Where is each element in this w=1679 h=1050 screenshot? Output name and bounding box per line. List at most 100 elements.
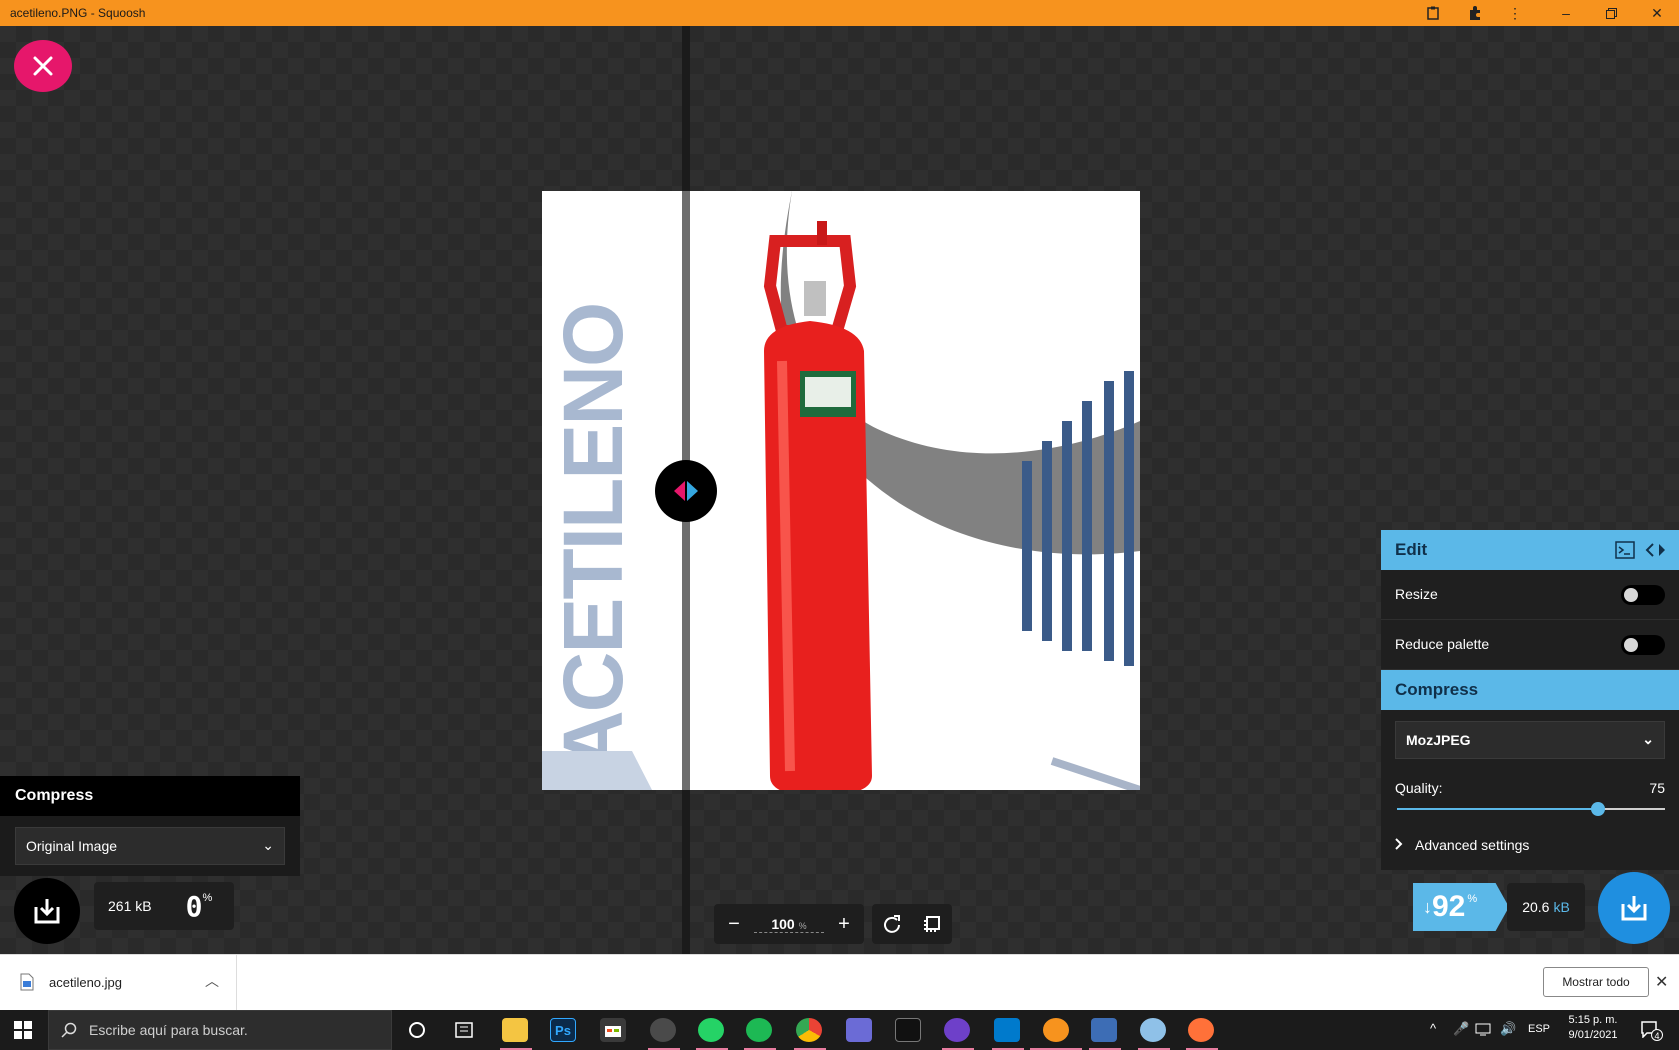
photoshop-icon[interactable]: Ps bbox=[550, 1018, 576, 1042]
quality-label: Quality: bbox=[1395, 780, 1443, 796]
windows-start-icon[interactable] bbox=[14, 1021, 32, 1044]
reduce-palette-row: Reduce palette bbox=[1381, 620, 1679, 670]
left-options-panel: Compress Original Image ⌄ bbox=[0, 776, 300, 876]
left-compress-heading: Compress bbox=[0, 776, 300, 816]
microphone-icon[interactable]: 🎤 bbox=[1453, 1021, 1469, 1037]
volume-icon[interactable]: 🔊 bbox=[1500, 1021, 1516, 1037]
edit-heading-label: Edit bbox=[1395, 540, 1428, 559]
resize-row: Resize bbox=[1381, 570, 1679, 620]
zoom-value: 100 bbox=[771, 915, 795, 932]
extensions-icon[interactable] bbox=[1455, 0, 1495, 26]
right-codec-select[interactable]: MozJPEG ⌄ bbox=[1395, 721, 1665, 759]
toggle-background-button[interactable] bbox=[912, 904, 952, 944]
reduce-palette-toggle[interactable] bbox=[1621, 635, 1665, 655]
left-codec-select[interactable]: Original Image ⌄ bbox=[15, 827, 285, 865]
download-icon bbox=[1621, 896, 1647, 921]
savings-value: 92 bbox=[1432, 890, 1466, 923]
advanced-settings-label: Advanced settings bbox=[1415, 837, 1530, 853]
compress-heading: Compress bbox=[1381, 670, 1679, 710]
quality-slider-track[interactable] bbox=[1397, 802, 1665, 816]
taskbar-search-input[interactable]: Escribe aquí para buscar. bbox=[48, 1010, 392, 1050]
language-indicator[interactable]: ESP bbox=[1528, 1023, 1550, 1035]
clock[interactable]: 5:15 p. m. 9/01/2021 bbox=[1563, 1014, 1623, 1041]
chevron-up-icon[interactable]: ^ bbox=[1430, 1021, 1436, 1036]
more-icon[interactable]: ⋮ bbox=[1495, 0, 1535, 26]
close-image-button[interactable] bbox=[14, 40, 72, 92]
quality-slider-fill bbox=[1397, 808, 1598, 810]
download-item[interactable]: acetileno.jpg ︿ bbox=[0, 955, 237, 1011]
close-downloads-icon[interactable]: ✕ bbox=[1655, 972, 1668, 992]
terminal-app-icon[interactable] bbox=[895, 1018, 921, 1042]
quality-value: 75 bbox=[1649, 780, 1665, 796]
whatsapp-icon[interactable] bbox=[698, 1018, 724, 1042]
image-canvas[interactable]: ACETILENO Compress Original Image ⌄ 261 … bbox=[0, 26, 1679, 954]
rotate-button[interactable] bbox=[872, 904, 912, 944]
zoom-in-button[interactable]: + bbox=[824, 904, 864, 944]
vertical-brand-text: ACETILENO bbox=[546, 304, 640, 771]
squoosh-icon[interactable] bbox=[1043, 1018, 1069, 1042]
notifications-count: 4 bbox=[1651, 1029, 1663, 1041]
left-download-button[interactable] bbox=[14, 878, 80, 944]
reduce-palette-label: Reduce palette bbox=[1395, 636, 1490, 652]
app-icon-screen[interactable] bbox=[846, 1018, 872, 1042]
search-icon bbox=[61, 1022, 77, 1041]
zoom-out-button[interactable]: − bbox=[714, 904, 754, 944]
rotate-icon bbox=[884, 915, 900, 933]
clock-date: 9/01/2021 bbox=[1568, 1029, 1618, 1041]
left-percent-unit: % bbox=[202, 892, 213, 904]
close-icon[interactable]: ✕ bbox=[1637, 0, 1677, 26]
vscode-icon[interactable] bbox=[994, 1018, 1020, 1042]
clock-time: 5:15 p. m. bbox=[1568, 1014, 1618, 1026]
right-options-panel: Edit Resize Reduce palette Compress MozJ… bbox=[1381, 530, 1679, 870]
output-size: 20.6 kB bbox=[1507, 883, 1585, 931]
chevron-up-icon[interactable]: ︿ bbox=[205, 971, 219, 991]
chrome-icon[interactable] bbox=[796, 1018, 822, 1042]
zoom-input[interactable]: 100 % bbox=[754, 916, 824, 933]
spotify-icon[interactable] bbox=[746, 1018, 772, 1042]
resize-toggle[interactable] bbox=[1621, 585, 1665, 605]
split-handle[interactable] bbox=[655, 460, 717, 522]
taskbar: Escribe aquí para buscar. Ps ^ 🎤 🔊 ESP 5… bbox=[0, 1010, 1679, 1050]
background-icon bbox=[924, 916, 940, 932]
store-icon[interactable] bbox=[600, 1018, 626, 1042]
chevron-down-icon: ⌄ bbox=[262, 837, 274, 853]
window-title: acetileno.PNG - Squoosh bbox=[10, 6, 146, 20]
download-file-name: acetileno.jpg bbox=[49, 975, 122, 990]
file-explorer-icon[interactable] bbox=[502, 1018, 528, 1042]
savings-badge: ↓ 92 % bbox=[1413, 883, 1509, 931]
output-size-value: 20.6 bbox=[1522, 899, 1550, 915]
download-icon bbox=[34, 899, 60, 924]
app-icon-desktop[interactable] bbox=[1091, 1018, 1117, 1042]
right-codec-value: MozJPEG bbox=[1406, 732, 1471, 748]
clipboard-icon[interactable] bbox=[1413, 0, 1453, 26]
resize-label: Resize bbox=[1395, 586, 1438, 602]
zoom-controls: − 100 % + bbox=[714, 904, 864, 944]
swap-sides-icon[interactable] bbox=[1645, 542, 1667, 563]
edit-heading: Edit bbox=[1381, 530, 1679, 570]
advanced-settings-toggle[interactable]: Advanced settings bbox=[1395, 837, 1529, 853]
task-view-icon[interactable] bbox=[451, 1018, 477, 1042]
search-placeholder: Escribe aquí para buscar. bbox=[89, 1022, 248, 1038]
chevron-right-icon bbox=[1395, 837, 1403, 853]
quality-slider-thumb[interactable] bbox=[1591, 802, 1605, 816]
network-icon[interactable] bbox=[1475, 1022, 1491, 1041]
preview-image: ACETILENO bbox=[542, 191, 1140, 790]
view-controls bbox=[872, 904, 952, 944]
github-desktop-icon[interactable] bbox=[944, 1018, 970, 1042]
terminal-icon[interactable] bbox=[1615, 541, 1635, 564]
minimize-icon[interactable]: – bbox=[1546, 0, 1586, 26]
right-download-button[interactable] bbox=[1598, 872, 1670, 944]
arrow-left-icon bbox=[674, 481, 685, 501]
cortana-icon[interactable] bbox=[404, 1018, 430, 1042]
acetylene-cylinder-image: ACETILENO bbox=[542, 191, 1140, 790]
paint-icon[interactable] bbox=[1140, 1018, 1166, 1042]
left-percent: 0 bbox=[185, 889, 203, 923]
show-all-button[interactable]: Mostrar todo bbox=[1543, 967, 1649, 997]
notifications-icon[interactable]: 4 bbox=[1640, 1020, 1663, 1043]
left-codec-value: Original Image bbox=[26, 838, 118, 854]
restore-icon[interactable] bbox=[1591, 0, 1631, 26]
app-icon-dove[interactable] bbox=[650, 1018, 676, 1042]
firefox-icon[interactable] bbox=[1188, 1018, 1214, 1042]
arrow-right-icon bbox=[687, 481, 698, 501]
chevron-down-icon: ⌄ bbox=[1642, 731, 1654, 747]
